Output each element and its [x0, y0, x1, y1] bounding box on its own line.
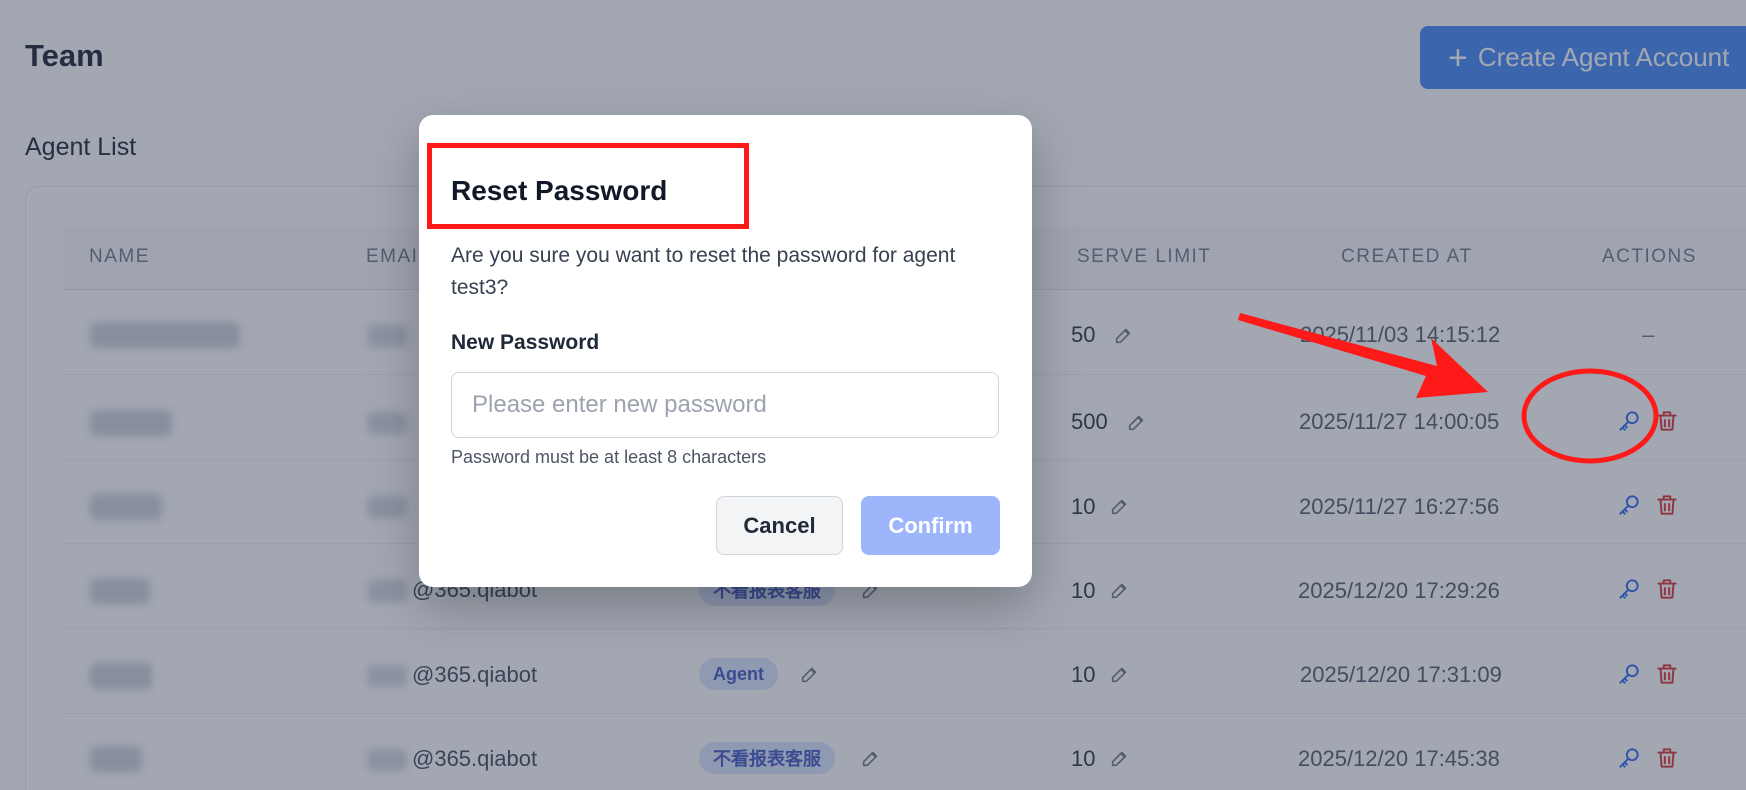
- cancel-button[interactable]: Cancel: [716, 496, 843, 555]
- annotation-highlight-box: [427, 143, 749, 229]
- dialog-message: Are you sure you want to reset the passw…: [451, 244, 956, 299]
- confirm-button[interactable]: Confirm: [861, 496, 1000, 555]
- password-hint: Password must be at least 8 characters: [451, 447, 767, 467]
- new-password-label: New Password: [451, 331, 600, 354]
- new-password-input[interactable]: [451, 372, 999, 438]
